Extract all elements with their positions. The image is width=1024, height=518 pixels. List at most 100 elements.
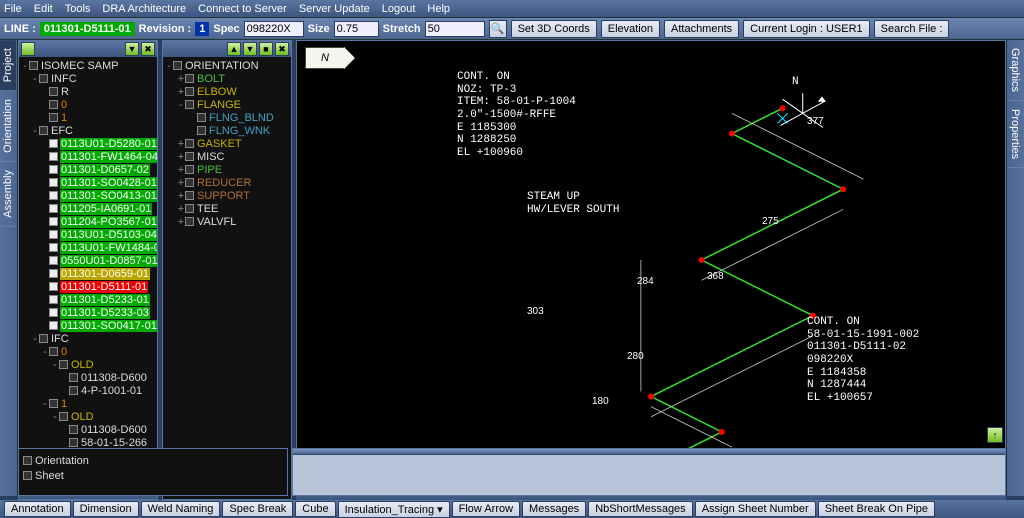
orient-row[interactable]: +ELBOW [165, 85, 289, 98]
rev-value: 1 [195, 22, 209, 36]
tree-row[interactable]: 011205-IA0691-01 [21, 202, 155, 215]
orient-row[interactable]: +BOLT [165, 72, 289, 85]
menu-file[interactable]: File [4, 3, 22, 15]
check-sheet-label: Sheet [35, 470, 64, 482]
tree-row[interactable]: -0 [21, 345, 155, 358]
tree-tool-close-icon[interactable]: ✖ [141, 42, 155, 56]
btab-cube[interactable]: Cube [295, 501, 335, 517]
menu-serverupdate[interactable]: Server Update [299, 3, 370, 15]
tab-graphics[interactable]: Graphics [1007, 40, 1023, 101]
tree-row[interactable]: 1 [21, 111, 155, 124]
attachments-button[interactable]: Attachments [664, 20, 739, 38]
check-orientation-label: Orientation [35, 455, 89, 467]
tree-row[interactable]: R [21, 85, 155, 98]
checks-panel: Orientation Sheet [18, 448, 288, 496]
elevation-button[interactable]: Elevation [601, 20, 660, 38]
tree-row[interactable]: 011301-D0659-01 [21, 267, 155, 280]
btab-sheetbreak[interactable]: Sheet Break On Pipe [818, 501, 935, 517]
line-value: 011301-D5111-01 [40, 22, 135, 36]
tree-row[interactable]: 0113U01-D5280-01 [21, 137, 155, 150]
orient-row[interactable]: +VALVFL [165, 215, 289, 228]
dim-368: 368 [707, 271, 724, 282]
stretch-input[interactable] [425, 21, 485, 37]
tree-row[interactable]: -OLD [21, 410, 155, 423]
tree-row[interactable]: 0 [21, 98, 155, 111]
dim-284: 284 [637, 276, 654, 287]
tree-row[interactable]: -EFC [21, 124, 155, 137]
btab-flowarrow[interactable]: Flow Arrow [452, 501, 520, 517]
btab-weld[interactable]: Weld Naming [141, 501, 221, 517]
check-orientation[interactable] [23, 456, 32, 465]
tab-project[interactable]: Project [0, 40, 16, 91]
spec-input[interactable] [244, 21, 304, 37]
orient-row[interactable]: +TEE [165, 202, 289, 215]
tree-row[interactable]: 4-P-1001-01 [21, 384, 155, 397]
btab-assignsheet[interactable]: Assign Sheet Number [695, 501, 816, 517]
tree-row[interactable]: -IFC [21, 332, 155, 345]
orient-row[interactable]: FLNG_WNK [165, 124, 289, 137]
tree-row[interactable]: -INFC [21, 72, 155, 85]
orient-up-icon[interactable]: ▲ [227, 42, 241, 56]
orient-down-icon[interactable]: ▼ [243, 42, 257, 56]
tree-row[interactable]: 011301-SO0428-01 [21, 176, 155, 189]
check-sheet[interactable] [23, 471, 32, 480]
vp-block2: STEAM UP HW/LEVER SOUTH [527, 191, 619, 216]
iso-viewport[interactable]: N [296, 40, 1006, 480]
btab-nbshort[interactable]: NbShortMessages [588, 501, 693, 517]
tree-row[interactable]: 011301-D5233-01 [21, 293, 155, 306]
tree-row[interactable]: 011301-D5233-03 [21, 306, 155, 319]
menu-dra[interactable]: DRA Architecture [102, 3, 186, 15]
btab-insulation[interactable]: Insulation_Tracing [338, 501, 450, 518]
btab-messages[interactable]: Messages [522, 501, 586, 517]
tree-row[interactable]: 011301-FW1464-04 [21, 150, 155, 163]
tree-row[interactable]: 0113U01-FW1484-01 [21, 241, 155, 254]
tree-row[interactable]: 011301-SO0413-01 [21, 189, 155, 202]
msg-arrow-icon[interactable]: ↑ [987, 427, 1003, 443]
orient-row[interactable]: +PIPE [165, 163, 289, 176]
menu-edit[interactable]: Edit [34, 3, 53, 15]
tab-assembly[interactable]: Assembly [0, 162, 16, 227]
orient-close-icon[interactable]: ✖ [275, 42, 289, 56]
toolbar: LINE : 011301-D5111-01 Revision : 1 Spec… [0, 18, 1024, 40]
size-label: Size [308, 23, 330, 35]
orient-row[interactable]: FLNG_BLND [165, 111, 289, 124]
tab-properties[interactable]: Properties [1007, 101, 1023, 168]
orient-row[interactable]: +MISC [165, 150, 289, 163]
tree-row[interactable]: 0550U01-D0857-01 [21, 254, 155, 267]
btab-dimension[interactable]: Dimension [73, 501, 139, 517]
orient-square-icon[interactable]: ■ [259, 42, 273, 56]
tree-row[interactable]: -ISOMEC SAMP [21, 59, 155, 72]
search-file-button[interactable]: Search File : [874, 20, 950, 38]
menu-help[interactable]: Help [427, 3, 450, 15]
orientation-panel: ▲ ▼ ■ ✖ -ORIENTATION+BOLT+ELBOW-FLANGEFL… [162, 40, 292, 500]
size-input[interactable] [334, 21, 379, 37]
tab-orientation[interactable]: Orientation [0, 91, 16, 162]
orient-row[interactable]: +REDUCER [165, 176, 289, 189]
tree-row[interactable]: 011301-D5111-01 [21, 280, 155, 293]
dim-180: 180 [592, 396, 609, 407]
tree-row[interactable]: 011308-D600 [21, 371, 155, 384]
orient-row[interactable]: -ORIENTATION [165, 59, 289, 72]
orient-row[interactable]: +GASKET [165, 137, 289, 150]
orientation-tree[interactable]: -ORIENTATION+BOLT+ELBOW-FLANGEFLNG_BLNDF… [163, 57, 291, 499]
tree-row[interactable]: -OLD [21, 358, 155, 371]
viewport-column: N [296, 40, 1006, 500]
menu-connect[interactable]: Connect to Server [198, 3, 287, 15]
tree-row[interactable]: 011301-SO0417-01 [21, 319, 155, 332]
tree-row[interactable]: 0113U01-D5103-04 [21, 228, 155, 241]
btab-annotation[interactable]: Annotation [4, 501, 71, 517]
menu-tools[interactable]: Tools [65, 3, 91, 15]
tree-row[interactable]: 011204-PO3567-01 [21, 215, 155, 228]
btab-specbreak[interactable]: Spec Break [222, 501, 293, 517]
set3d-button[interactable]: Set 3D Coords [511, 20, 597, 38]
tree-row[interactable]: -1 [21, 397, 155, 410]
vp-block1: CONT. ON NOZ: TP-3 ITEM: 58-01-P-1004 2.… [457, 71, 576, 159]
orient-row[interactable]: +SUPPORT [165, 189, 289, 202]
search-icon[interactable]: 🔍 [489, 20, 507, 38]
tree-tool-down-icon[interactable]: ▼ [125, 42, 139, 56]
orient-row[interactable]: -FLANGE [165, 98, 289, 111]
project-tree[interactable]: -ISOMEC SAMP-INFCR01-EFC0113U01-D5280-01… [19, 57, 157, 479]
tree-row[interactable]: 011308-D600 [21, 423, 155, 436]
menu-logout[interactable]: Logout [382, 3, 416, 15]
tree-row[interactable]: 011301-D0657-02 [21, 163, 155, 176]
